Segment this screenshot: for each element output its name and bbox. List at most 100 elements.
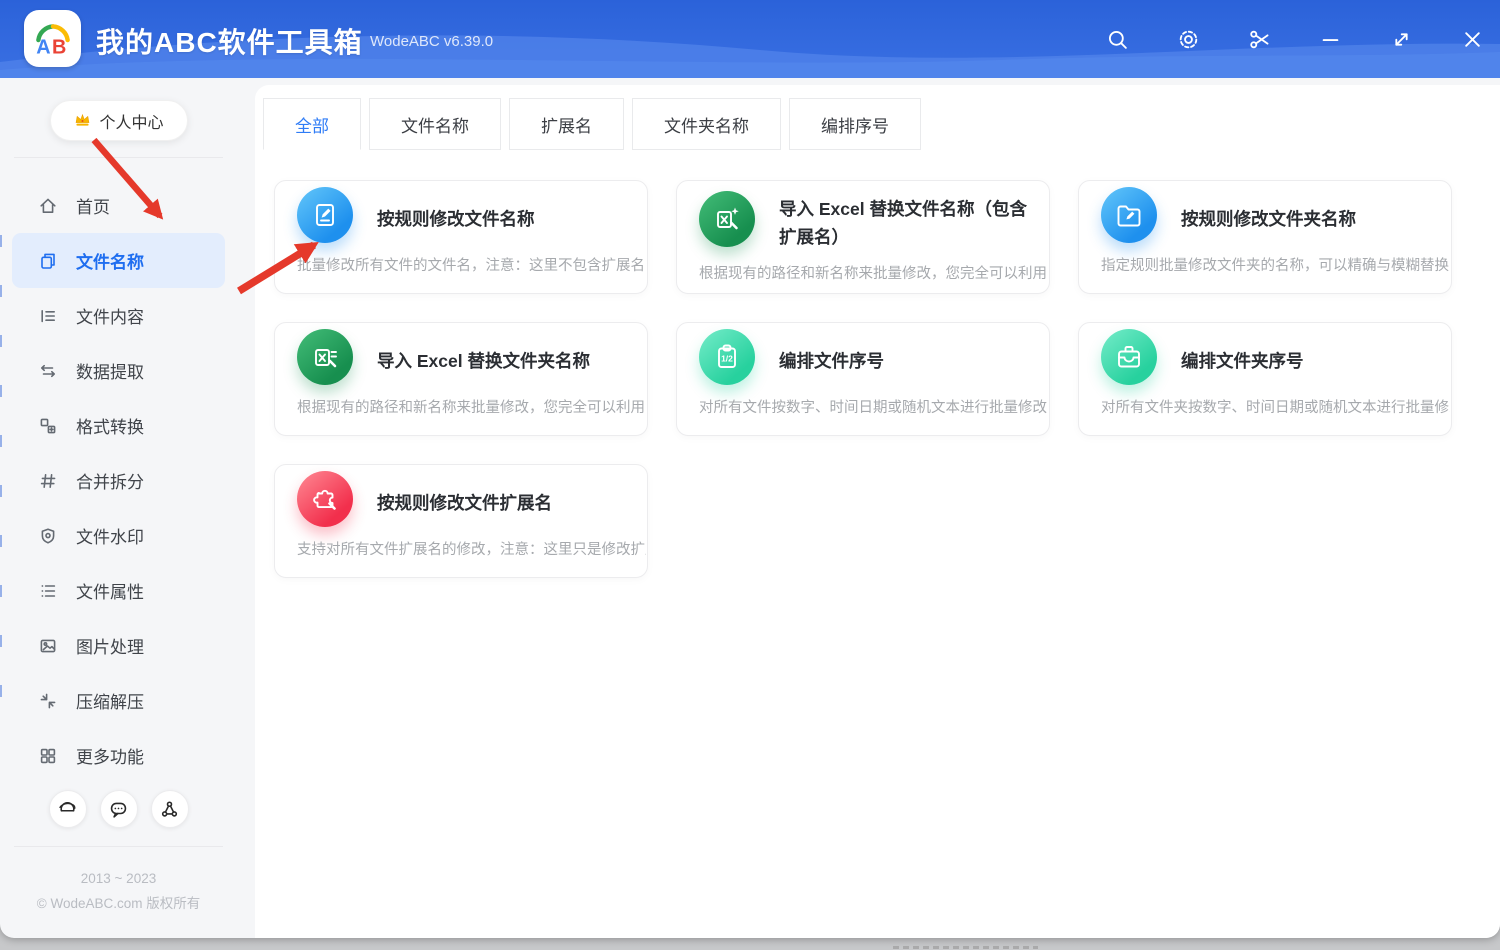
logo-letter-a: A xyxy=(36,36,50,58)
file-watermark-icon xyxy=(38,526,58,546)
app-logo: A B xyxy=(24,10,81,67)
tab-all[interactable]: 全部 xyxy=(263,98,361,150)
sidebar-item-file-name[interactable]: 文件名称 xyxy=(12,233,225,288)
merge-split-icon xyxy=(38,471,58,491)
edit-folder-icon xyxy=(1101,187,1157,243)
copyright-owner: © WodeABC.com 版权所有 xyxy=(0,892,237,916)
sidebar-item-label: 数据提取 xyxy=(76,358,144,383)
tab-serial-number[interactable]: 编排序号 xyxy=(789,98,921,150)
app-title: 我的ABC软件工具箱 xyxy=(96,21,363,61)
card-rename-file-by-rule[interactable]: 按规则修改文件名称 批量修改所有文件的文件名，注意：这里不包含扩展名 xyxy=(274,180,648,294)
sidebar-item-compress[interactable]: 压缩解压 xyxy=(12,673,225,728)
category-tabs: 全部 文件名称 扩展名 文件夹名称 编排序号 xyxy=(255,85,1500,150)
background-window-artifact xyxy=(893,946,1038,949)
sidebar-item-label: 格式转换 xyxy=(76,413,144,438)
sidebar-item-label: 图片处理 xyxy=(76,633,144,658)
sidebar-footer-divider xyxy=(14,846,223,847)
maximize-icon[interactable] xyxy=(1389,27,1413,51)
copyright-years: 2013 ~ 2023 xyxy=(0,867,237,891)
card-description: 根据现有的路径和新名称来批量修改，您完全可以利用 xyxy=(699,262,1048,283)
sidebar-item-label: 文件属性 xyxy=(76,578,144,603)
card-serial-number-files[interactable]: 1/2 编排文件序号 对所有文件按数字、时间日期或随机文本进行批量修改 xyxy=(676,322,1050,436)
sidebar-item-label: 文件名称 xyxy=(76,248,144,273)
file-name-icon xyxy=(38,251,58,271)
sidebar: 个人中心 首页 文件名称 文件内容 数据提取 格式转换 xyxy=(0,78,237,938)
card-description: 支持对所有文件扩展名的修改，注意：这里只是修改扩展名 xyxy=(297,538,646,559)
sidebar-item-label: 文件水印 xyxy=(76,523,144,548)
tab-file-name[interactable]: 文件名称 xyxy=(369,98,501,150)
card-title: 按规则修改文件扩展名 xyxy=(377,489,552,517)
sidebar-item-more-features[interactable]: 更多功能 xyxy=(12,728,225,783)
copyright: 2013 ~ 2023 © WodeABC.com 版权所有 xyxy=(0,867,237,916)
card-excel-replace-file-name[interactable]: 导入 Excel 替换文件名称（包含扩展名） 根据现有的路径和新名称来批量修改，… xyxy=(676,180,1050,294)
card-title: 编排文件夹序号 xyxy=(1181,347,1304,375)
compress-icon xyxy=(38,691,58,711)
card-rename-folder-by-rule[interactable]: 按规则修改文件夹名称 指定规则批量修改文件夹的名称，可以精确与模糊替换 xyxy=(1078,180,1452,294)
search-icon[interactable] xyxy=(1105,27,1129,51)
card-excel-replace-folder-name[interactable]: 导入 Excel 替换文件夹名称 根据现有的路径和新名称来批量修改，您完全可以利… xyxy=(274,322,648,436)
app-version: WodeABC v6.39.0 xyxy=(370,33,493,50)
app-window: A B 我的ABC软件工具箱 WodeABC v6.39.0 xyxy=(0,0,1500,938)
excel-file-icon xyxy=(699,191,755,247)
sidebar-item-file-watermark[interactable]: 文件水印 xyxy=(12,508,225,563)
sidebar-item-file-content[interactable]: 文件内容 xyxy=(12,288,225,343)
sidebar-item-merge-split[interactable]: 合并拆分 xyxy=(12,453,225,508)
card-title: 导入 Excel 替换文件夹名称 xyxy=(377,347,590,375)
card-title: 编排文件序号 xyxy=(779,347,884,375)
sidebar-item-home[interactable]: 首页 xyxy=(12,178,225,233)
screenshot-scissors-icon[interactable] xyxy=(1247,27,1271,51)
sidebar-item-label: 首页 xyxy=(76,193,110,218)
card-title: 按规则修改文件夹名称 xyxy=(1181,205,1356,233)
card-change-extension-by-rule[interactable]: 按规则修改文件扩展名 支持对所有文件扩展名的修改，注意：这里只是修改扩展名 xyxy=(274,464,648,578)
title-bar: A B 我的ABC软件工具箱 WodeABC v6.39.0 xyxy=(0,0,1500,78)
sidebar-item-data-extract[interactable]: 数据提取 xyxy=(12,343,225,398)
crown-icon xyxy=(73,111,92,130)
card-description: 对所有文件按数字、时间日期或随机文本进行批量修改 xyxy=(699,396,1048,417)
file-attrs-icon xyxy=(38,581,58,601)
file-content-icon xyxy=(38,306,58,326)
sidebar-item-image-process[interactable]: 图片处理 xyxy=(12,618,225,673)
tab-extension[interactable]: 扩展名 xyxy=(509,98,624,150)
card-title: 按规则修改文件名称 xyxy=(377,205,535,233)
format-convert-icon xyxy=(38,416,58,436)
data-extract-icon xyxy=(38,361,58,381)
sidebar-item-format-convert[interactable]: 格式转换 xyxy=(12,398,225,453)
settings-gear-icon[interactable] xyxy=(1176,27,1200,51)
sidebar-item-label: 文件内容 xyxy=(76,303,144,328)
sidebar-nav: 首页 文件名称 文件内容 数据提取 格式转换 合并拆分 xyxy=(0,178,237,783)
feedback-chat-icon[interactable] xyxy=(100,790,138,828)
share-icon[interactable] xyxy=(151,790,189,828)
home-icon xyxy=(38,196,58,216)
sidebar-footer-icons xyxy=(0,790,237,828)
edit-extension-icon xyxy=(297,471,353,527)
card-title: 导入 Excel 替换文件名称（包含扩展名） xyxy=(779,195,1029,251)
image-process-icon xyxy=(38,636,58,656)
serial-icon-text: 1/2 xyxy=(721,354,733,364)
close-icon[interactable] xyxy=(1460,27,1484,51)
window-edge-artifact xyxy=(0,235,2,725)
card-description: 指定规则批量修改文件夹的名称，可以精确与模糊替换 xyxy=(1101,254,1450,275)
tab-folder-name[interactable]: 文件夹名称 xyxy=(632,98,781,150)
card-description: 根据现有的路径和新名称来批量修改，您完全可以利用 xyxy=(297,396,646,417)
sidebar-item-label: 合并拆分 xyxy=(76,468,144,493)
more-features-icon xyxy=(38,746,58,766)
excel-folder-icon xyxy=(297,329,353,385)
card-description: 批量修改所有文件的文件名，注意：这里不包含扩展名 xyxy=(297,254,646,275)
personal-center-label: 个人中心 xyxy=(99,109,163,133)
card-description: 对所有文件夹按数字、时间日期或随机文本进行批量修改 xyxy=(1101,396,1450,417)
serial-folder-icon xyxy=(1101,329,1157,385)
sidebar-divider xyxy=(14,157,223,158)
sidebar-item-label: 更多功能 xyxy=(76,743,144,768)
personal-center-button[interactable]: 个人中心 xyxy=(50,100,188,141)
browser-icon[interactable] xyxy=(49,790,87,828)
sidebar-item-label: 压缩解压 xyxy=(76,688,144,713)
sidebar-item-file-attrs[interactable]: 文件属性 xyxy=(12,563,225,618)
minimize-icon[interactable] xyxy=(1318,27,1342,51)
main-panel: 全部 文件名称 扩展名 文件夹名称 编排序号 按规则修改文件名称 批量修改所有文… xyxy=(255,85,1500,938)
serial-file-icon: 1/2 xyxy=(699,329,755,385)
feature-cards-grid: 按规则修改文件名称 批量修改所有文件的文件名，注意：这里不包含扩展名 导入 Ex… xyxy=(274,180,1476,578)
window-controls xyxy=(1105,0,1484,78)
logo-letter-b: B xyxy=(51,36,65,58)
card-serial-number-folders[interactable]: 编排文件夹序号 对所有文件夹按数字、时间日期或随机文本进行批量修改 xyxy=(1078,322,1452,436)
edit-file-icon xyxy=(297,187,353,243)
